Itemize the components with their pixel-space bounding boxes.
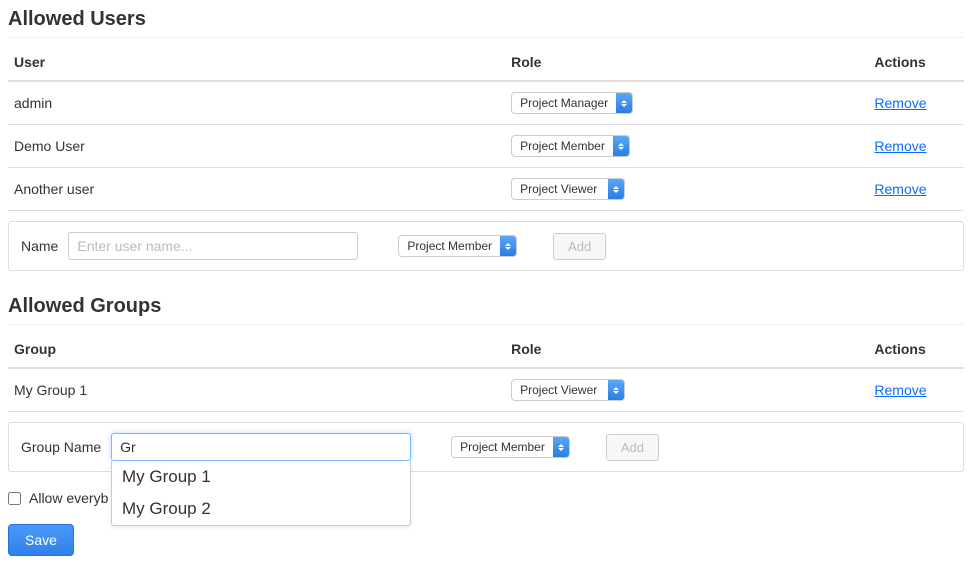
chevron-up-down-icon [553, 437, 569, 457]
role-select[interactable]: Project Member [511, 135, 630, 157]
users-col-user: User [8, 44, 505, 81]
add-group-row: Group Name Project Member Add My Group 1… [8, 422, 964, 472]
table-row: admin Project Manager Remove [8, 81, 964, 125]
remove-link[interactable]: Remove [874, 95, 926, 111]
autocomplete-option[interactable]: My Group 1 [112, 461, 410, 493]
group-autocomplete-dropdown: My Group 1 My Group 2 [111, 461, 411, 526]
role-select[interactable]: Project Manager [511, 92, 633, 114]
remove-link[interactable]: Remove [874, 181, 926, 197]
chevron-up-down-icon [608, 179, 624, 199]
user-name-cell: Another user [8, 168, 505, 211]
allowed-users-table: User Role Actions admin Project Manager … [8, 44, 964, 211]
users-col-actions: Actions [868, 44, 964, 81]
role-select[interactable]: Project Viewer [511, 178, 625, 200]
role-select-value: Project Member [512, 136, 613, 156]
table-row: Demo User Project Member Remove [8, 125, 964, 168]
allow-everybody-label: Allow everyb [29, 490, 108, 506]
add-user-row: Name Project Member Add [8, 221, 964, 271]
add-group-button[interactable]: Add [606, 434, 659, 461]
allowed-users-heading: Allowed Users [8, 8, 964, 38]
users-col-role: Role [505, 44, 868, 81]
user-name-input[interactable] [68, 232, 358, 260]
user-name-cell: admin [8, 81, 505, 125]
groups-col-role: Role [505, 331, 868, 368]
allowed-groups-heading: Allowed Groups [8, 295, 964, 325]
role-select-value: Project Manager [512, 93, 616, 113]
remove-link[interactable]: Remove [874, 382, 926, 398]
group-name-cell: My Group 1 [8, 368, 505, 412]
allow-everybody-checkbox[interactable] [8, 492, 21, 505]
add-group-label: Group Name [21, 439, 101, 455]
add-group-role-select[interactable]: Project Member [451, 436, 570, 458]
table-row: Another user Project Viewer Remove [8, 168, 964, 211]
groups-col-actions: Actions [868, 331, 964, 368]
add-user-button[interactable]: Add [553, 233, 606, 260]
chevron-up-down-icon [616, 93, 632, 113]
groups-col-group: Group [8, 331, 505, 368]
table-row: My Group 1 Project Viewer Remove [8, 368, 964, 412]
role-select-value: Project Viewer [512, 179, 608, 199]
autocomplete-option[interactable]: My Group 2 [112, 493, 410, 525]
role-select-value: Project Member [399, 236, 500, 256]
role-select-value: Project Viewer [512, 380, 608, 400]
role-select-value: Project Member [452, 437, 553, 457]
add-user-role-select[interactable]: Project Member [398, 235, 517, 257]
remove-link[interactable]: Remove [874, 138, 926, 154]
chevron-up-down-icon [608, 380, 624, 400]
role-select[interactable]: Project Viewer [511, 379, 625, 401]
group-name-input[interactable] [111, 433, 411, 461]
add-user-label: Name [21, 238, 58, 254]
save-button[interactable]: Save [8, 524, 74, 556]
allowed-groups-table: Group Role Actions My Group 1 Project Vi… [8, 331, 964, 412]
user-name-cell: Demo User [8, 125, 505, 168]
chevron-up-down-icon [613, 136, 629, 156]
chevron-up-down-icon [500, 236, 516, 256]
